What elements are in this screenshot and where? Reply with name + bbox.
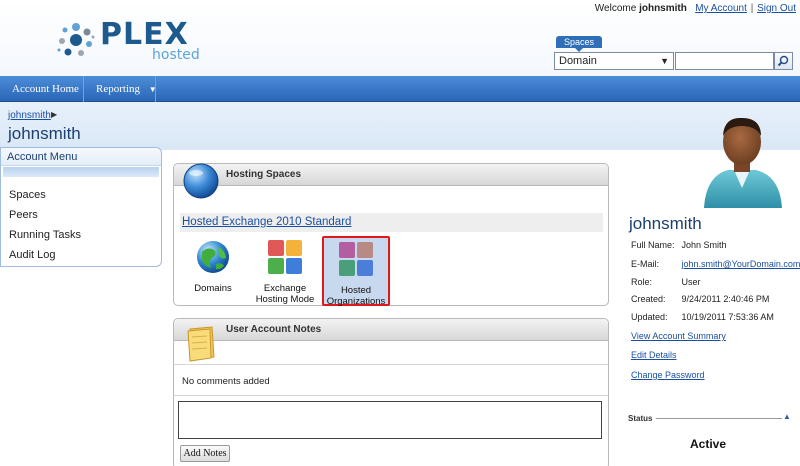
chevron-down-icon: ▼ <box>148 85 157 94</box>
role-label: Role: <box>631 277 653 287</box>
updated-value: 10/19/2011 7:53:36 AM <box>681 312 774 322</box>
search-icon <box>777 55 789 67</box>
status-divider <box>656 418 782 419</box>
breadcrumb-arrow-icon: ▶ <box>51 110 58 119</box>
account-menu-list: Spaces Peers Running Tasks Audit Log <box>1 185 161 265</box>
exchange-tile-label-2: Hosting Mode <box>255 294 315 305</box>
exchange-tile-label-1: Exchange <box>263 283 307 294</box>
sign-out-link[interactable]: Sign Out <box>757 3 796 14</box>
created-value: 9/24/2011 2:40:46 PM <box>681 294 770 304</box>
email-label: E-Mail: <box>631 259 660 269</box>
plex-hosted-logo[interactable]: PLEX hosted <box>56 17 200 64</box>
search-button[interactable] <box>774 52 793 70</box>
menu-item-spaces[interactable]: Spaces <box>1 185 161 205</box>
account-menu-title: Account Menu <box>1 148 161 166</box>
nav-account-home[interactable]: Account Home <box>0 76 84 102</box>
account-menu-bar <box>3 167 159 177</box>
top-links: Welcome johnsmith My Account | Sign Out <box>595 3 796 14</box>
notes-divider <box>174 364 608 365</box>
nav-reporting[interactable]: Reporting ▼ <box>84 76 157 102</box>
email-row: E-Mail: john.smith@YourDomain.com <box>631 259 800 269</box>
add-notes-button[interactable]: Add Notes <box>180 445 230 462</box>
exchange-hosting-mode-tile[interactable]: Exchange Hosting Mode <box>252 236 318 305</box>
updated-row: Updated: 10/19/2011 7:53:36 AM <box>631 312 774 322</box>
menu-item-peers[interactable]: Peers <box>1 205 161 225</box>
created-label: Created: <box>631 294 666 304</box>
earth-icon <box>197 241 229 273</box>
menu-item-audit-log[interactable]: Audit Log <box>1 245 161 265</box>
menu-item-running-tasks[interactable]: Running Tasks <box>1 225 161 245</box>
full-name-row: Full Name: John Smith <box>631 240 727 250</box>
change-password-link[interactable]: Change Password <box>631 370 705 380</box>
hosting-space-row: Hosted Exchange 2010 Standard <box>180 213 603 232</box>
full-name-label: Full Name: <box>631 240 675 250</box>
logo-dots-icon <box>57 23 95 56</box>
no-comments-text: No comments added <box>182 376 270 387</box>
spaces-tab[interactable]: Spaces <box>556 36 602 52</box>
account-menu: Account Menu Spaces Peers Running Tasks … <box>0 147 162 267</box>
dropdown-arrow-icon: ▼ <box>660 56 669 66</box>
notepad-icon <box>187 326 215 362</box>
logo-subtext: hosted <box>152 47 200 63</box>
status-value: Active <box>690 437 727 451</box>
hosted-organizations-tile[interactable]: Hosted Organizations <box>322 236 390 307</box>
hosting-spaces-panel: Hosting Spaces Hosted Exchange 2010 Stan… <box>173 163 609 307</box>
page-title: johnsmith <box>8 124 81 143</box>
role-value: User <box>681 277 701 287</box>
link-separator: | <box>750 3 754 14</box>
full-name-value: John Smith <box>681 240 727 250</box>
search-scope-value: Domain <box>559 55 597 67</box>
hosted-exchange-link[interactable]: Hosted Exchange 2010 Standard <box>182 216 351 228</box>
created-row: Created: 9/24/2011 2:40:46 PM <box>631 294 769 304</box>
user-account-notes-panel: User Account Notes No comments added Add… <box>173 318 609 466</box>
notes-title: User Account Notes <box>174 319 608 341</box>
notes-divider-2 <box>174 395 608 396</box>
breadcrumb-link-johnsmith[interactable]: johnsmith <box>8 110 51 121</box>
my-account-link[interactable]: My Account <box>695 3 747 14</box>
exchange-grid-icon <box>268 240 302 274</box>
view-account-summary-link[interactable]: View Account Summary <box>631 331 726 341</box>
organizations-grid-icon <box>339 242 373 276</box>
edit-details-link[interactable]: Edit Details <box>631 350 677 360</box>
globe-icon <box>183 163 219 199</box>
domains-tile[interactable]: Domains <box>180 236 246 304</box>
email-link[interactable]: john.smith@YourDomain.com <box>682 259 800 269</box>
role-row: Role: User <box>631 277 701 287</box>
search-input[interactable] <box>675 52 774 70</box>
status-label: Status <box>628 414 653 423</box>
main-nav: Account Home Reporting ▼ <box>0 76 800 102</box>
user-avatar-icon <box>704 117 782 208</box>
domains-tile-label: Domains <box>194 283 232 294</box>
search-scope-select[interactable]: Domain ▼ <box>554 52 674 70</box>
breadcrumb-band <box>0 102 800 150</box>
welcome-username: johnsmith <box>639 3 687 14</box>
notes-textarea[interactable] <box>178 401 602 439</box>
user-display-name: johnsmith <box>629 214 702 233</box>
hosted-tile-label-2: Organizations <box>326 296 386 307</box>
logo-text: PLEX <box>100 17 189 52</box>
hosted-tile-label-1: Hosted <box>340 285 372 296</box>
updated-label: Updated: <box>631 312 668 322</box>
nav-account-home-label: Account Home <box>12 83 79 95</box>
nav-reporting-label: Reporting <box>96 83 140 95</box>
page-header: Welcome johnsmith My Account | Sign Out … <box>0 0 800 76</box>
collapse-arrow-icon[interactable]: ▲ <box>783 412 791 421</box>
welcome-text: Welcome <box>594 3 637 14</box>
hosting-spaces-title: Hosting Spaces <box>174 164 608 186</box>
